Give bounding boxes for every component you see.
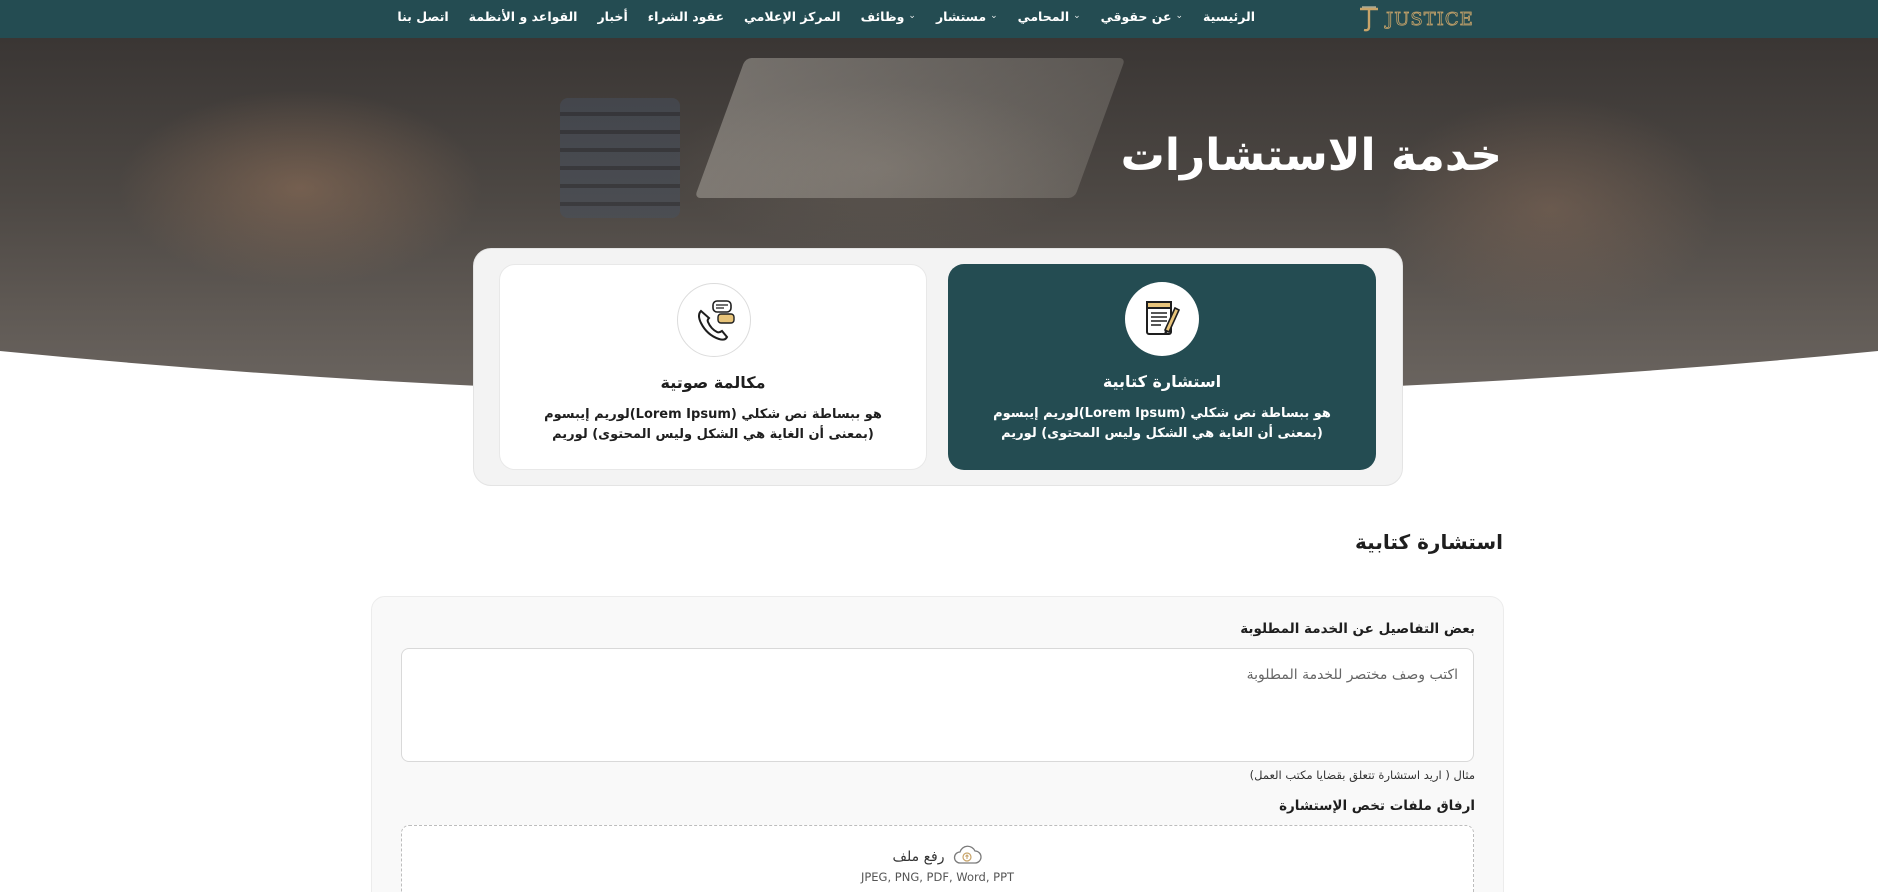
upload-label: رفع ملف bbox=[892, 849, 945, 865]
service-card-description: هو ببساطة نص شكلي (Lorem Ipsum)لوريم إيب… bbox=[993, 406, 1331, 441]
nav-item-label: المحامي bbox=[1017, 8, 1070, 24]
nav-item-about[interactable]: عن حقوقي ⌄ bbox=[1101, 9, 1183, 24]
chevron-down-icon: ⌄ bbox=[908, 11, 916, 21]
nav-item-label: مستشار bbox=[935, 8, 987, 24]
nav-item-label: أخبار bbox=[597, 8, 628, 24]
nav-item-purchase-contracts[interactable]: عقود الشراء bbox=[648, 9, 724, 24]
upload-row: رفع ملف bbox=[402, 844, 1473, 870]
service-card-title: مكالمة صوتية bbox=[660, 373, 766, 392]
chevron-down-icon: ⌄ bbox=[1175, 11, 1184, 21]
nav-item-rules[interactable]: القواعد و الأنظمة bbox=[469, 9, 578, 24]
nav-item-label: اتصل بنا bbox=[397, 8, 449, 24]
phone-chat-icon bbox=[677, 283, 751, 357]
nav-item-lawyer[interactable]: المحامي ⌄ bbox=[1018, 9, 1081, 24]
allowed-file-types: JPEG, PNG, PDF, Word, PPT bbox=[860, 870, 1015, 884]
nav-item-label: وظائف bbox=[860, 8, 905, 24]
chevron-down-icon: ⌄ bbox=[1073, 11, 1081, 21]
section-heading: استشارة كتابية bbox=[1355, 530, 1503, 554]
nav-item-label: الرئيسية bbox=[1203, 8, 1255, 24]
service-card-voice-call[interactable]: مكالمة صوتية هو ببساطة نص شكلي (Lorem Ip… bbox=[499, 264, 927, 470]
nav-item-home[interactable]: الرئيسية bbox=[1203, 9, 1255, 24]
nav-item-jobs[interactable]: وظائف ⌄ bbox=[861, 9, 916, 24]
nav-item-label: عقود الشراء bbox=[647, 8, 725, 24]
logo-text: JUSTICE bbox=[1384, 9, 1474, 30]
nav-item-consultant[interactable]: مستشار ⌄ bbox=[936, 9, 998, 24]
main-menu: الرئيسية عن حقوقي ⌄ المحامي ⌄ مستشار ⌄ وظائ… bbox=[397, 0, 1255, 32]
logo-mark-icon: JUSTICE bbox=[1360, 6, 1474, 32]
service-type-selector: مكالمة صوتية هو ببساطة نص شكلي (Lorem Ip… bbox=[473, 248, 1403, 486]
attachments-label: ارفاق ملفات تخص الإستشارة bbox=[1279, 798, 1475, 814]
nav-item-contact[interactable]: اتصل بنا bbox=[397, 9, 448, 24]
document-pen-icon bbox=[1125, 282, 1199, 356]
nav-item-media-center[interactable]: المركز الإعلامي bbox=[744, 9, 841, 24]
details-label: بعض التفاصيل عن الخدمة المطلوبة bbox=[1240, 621, 1475, 637]
site-logo[interactable]: JUSTICE bbox=[1356, 2, 1486, 34]
nav-item-label: القواعد و الأنظمة bbox=[468, 8, 578, 24]
cloud-upload-icon bbox=[952, 844, 983, 870]
service-card-description: هو ببساطة نص شكلي (Lorem Ipsum)لوريم إيب… bbox=[544, 407, 882, 442]
file-upload-dropzone[interactable]: رفع ملف JPEG, PNG, PDF, Word, PPT bbox=[401, 825, 1474, 892]
nav-item-label: المركز الإعلامي bbox=[744, 8, 841, 24]
consultation-form: بعض التفاصيل عن الخدمة المطلوبة مثال ( ا… bbox=[371, 596, 1504, 892]
service-details-textarea[interactable] bbox=[401, 648, 1474, 762]
service-card-written-consultation[interactable]: استشارة كتابية هو ببساطة نص شكلي (Lorem … bbox=[948, 264, 1376, 470]
top-navbar: JUSTICE الرئيسية عن حقوقي ⌄ المحامي ⌄ مستش… bbox=[0, 0, 1878, 38]
service-card-title: استشارة كتابية bbox=[1102, 372, 1222, 391]
page-title: خدمة الاستشارات bbox=[1120, 130, 1503, 181]
details-hint: مثال ( اريد استشارة تتعلق بقضايا مكتب ال… bbox=[1249, 768, 1475, 782]
nav-item-label: عن حقوقي bbox=[1100, 8, 1172, 24]
nav-item-news[interactable]: أخبار bbox=[597, 9, 627, 24]
chevron-down-icon: ⌄ bbox=[990, 11, 998, 21]
